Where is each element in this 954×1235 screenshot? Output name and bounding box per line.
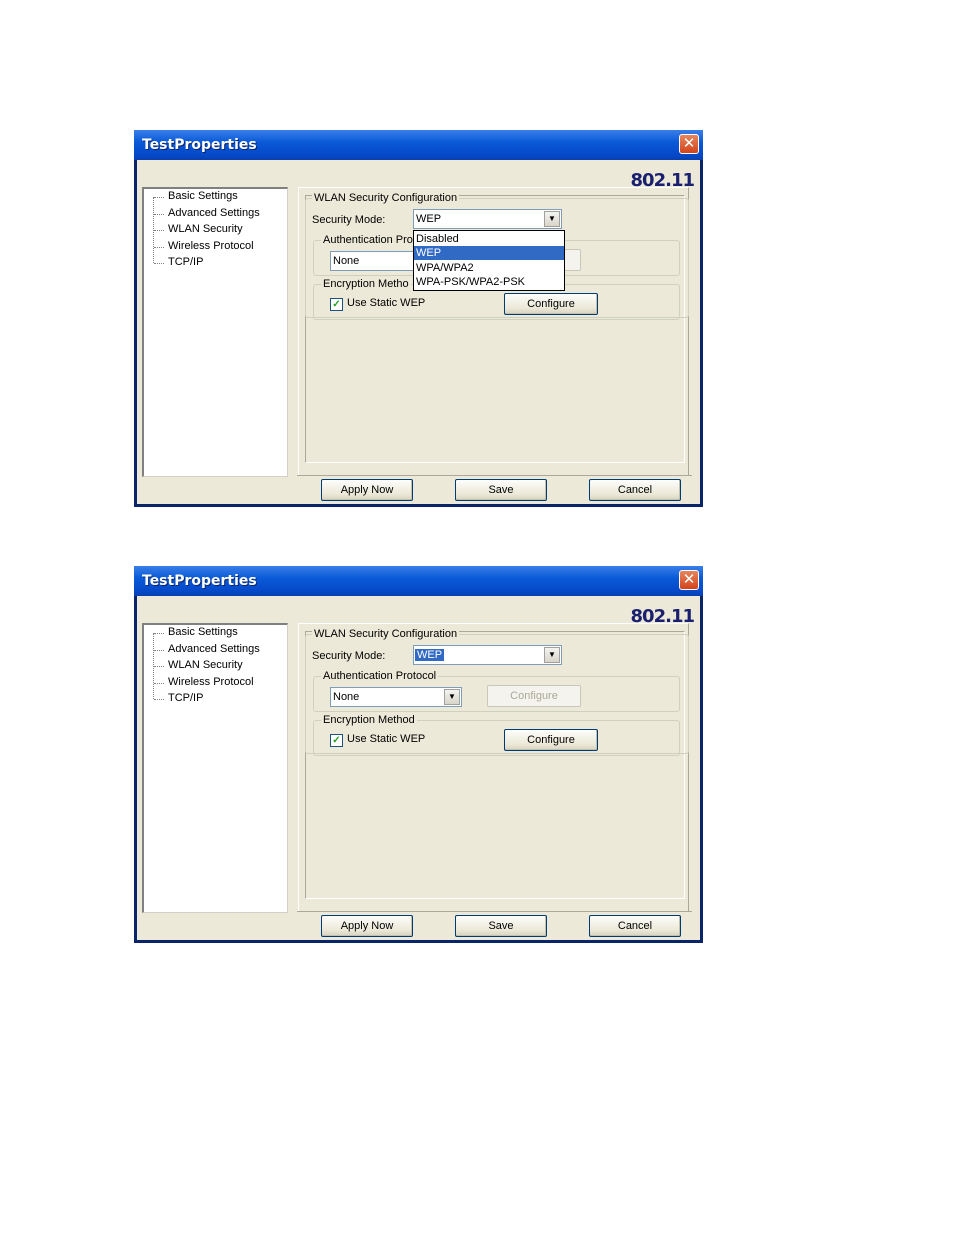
tree-item-advanced-settings[interactable]: Advanced Settings: [168, 643, 260, 655]
wep-configure-button[interactable]: Configure: [504, 729, 598, 751]
dropdown-option-wpa-psk-wpa2-psk[interactable]: WPA-PSK/WPA2-PSK: [414, 275, 564, 289]
security-mode-select[interactable]: WEP ▼: [413, 645, 562, 665]
dialog-window-dropdown-closed: TestProperties ✕ 802.11 Basic Settings A…: [134, 566, 703, 943]
use-static-wep-label: Use Static WEP: [347, 733, 426, 745]
tree-connector: [154, 214, 164, 215]
tree-connector: [154, 683, 164, 684]
security-mode-value: WEP: [415, 649, 445, 661]
tree-item-wlan-security[interactable]: WLAN Security: [168, 659, 243, 671]
bottom-divider: [297, 475, 692, 476]
window-title: TestProperties: [142, 573, 257, 589]
settings-tree[interactable]: Basic Settings Advanced Settings WLAN Se…: [142, 623, 288, 913]
wlan-security-group-title: WLAN Security Configuration: [312, 628, 460, 640]
auth-configure-button[interactable]: Configure: [487, 685, 581, 707]
tree-item-basic-settings[interactable]: Basic Settings: [168, 190, 238, 202]
authentication-group-title: Authentication Protocol: [321, 670, 439, 682]
apply-now-button[interactable]: Apply Now: [321, 479, 413, 501]
bottom-divider: [297, 911, 692, 912]
tree-connector: [154, 633, 164, 634]
tree-connector: [154, 247, 164, 248]
dialog-client-area: 802.11 Basic Settings Advanced Settings …: [137, 596, 700, 940]
close-icon[interactable]: ✕: [679, 134, 699, 154]
cancel-button[interactable]: Cancel: [589, 479, 681, 501]
use-static-wep-label: Use Static WEP: [347, 297, 426, 309]
security-mode-dropdown-list[interactable]: Disabled WEP WPA/WPA2 WPA-PSK/WPA2-PSK: [413, 230, 565, 291]
authentication-value: None: [333, 691, 360, 703]
settings-tree[interactable]: Basic Settings Advanced Settings WLAN Se…: [142, 187, 288, 477]
tree-item-tcpip[interactable]: TCP/IP: [168, 692, 203, 704]
title-bar[interactable]: TestProperties ✕: [134, 130, 703, 160]
security-mode-value: WEP: [416, 213, 442, 225]
checkmark-icon: ✓: [332, 299, 341, 310]
wlan-security-group-title: WLAN Security Configuration: [312, 192, 460, 204]
encryption-group-title: Encryption Metho: [321, 278, 411, 290]
tree-item-wireless-protocol[interactable]: Wireless Protocol: [168, 240, 254, 252]
chevron-down-icon[interactable]: ▼: [544, 647, 560, 663]
tree-item-advanced-settings[interactable]: Advanced Settings: [168, 207, 260, 219]
dropdown-option-wep[interactable]: WEP: [414, 246, 564, 260]
close-icon[interactable]: ✕: [679, 570, 699, 590]
dialog-client-area: 802.11 Basic Settings Advanced Settings …: [137, 160, 700, 504]
chevron-down-icon[interactable]: ▼: [544, 211, 560, 227]
tree-connector: [154, 263, 164, 264]
save-button[interactable]: Save: [455, 915, 547, 937]
use-static-wep-checkbox[interactable]: ✓: [330, 298, 343, 311]
tree-item-wireless-protocol[interactable]: Wireless Protocol: [168, 676, 254, 688]
title-bar[interactable]: TestProperties ✕: [134, 566, 703, 596]
dropdown-option-disabled[interactable]: Disabled: [414, 232, 564, 246]
authentication-select[interactable]: None ▼: [330, 687, 462, 707]
wep-configure-button[interactable]: Configure: [504, 293, 598, 315]
chevron-down-icon[interactable]: ▼: [444, 689, 460, 705]
apply-now-button[interactable]: Apply Now: [321, 915, 413, 937]
cancel-button[interactable]: Cancel: [589, 915, 681, 937]
tree-item-wlan-security[interactable]: WLAN Security: [168, 223, 243, 235]
window-title: TestProperties: [142, 137, 257, 153]
tree-item-basic-settings[interactable]: Basic Settings: [168, 626, 238, 638]
tree-connector: [154, 666, 164, 667]
dialog-window-dropdown-open: TestProperties ✕ 802.11 Basic Settings A…: [134, 130, 703, 507]
security-mode-label: Security Mode:: [312, 214, 386, 226]
authentication-group-title: Authentication Pro: [321, 234, 415, 246]
tree-connector: [154, 699, 164, 700]
tree-connector: [154, 230, 164, 231]
use-static-wep-checkbox[interactable]: ✓: [330, 734, 343, 747]
tree-connector: [154, 650, 164, 651]
tree-connector: [154, 197, 164, 198]
save-button[interactable]: Save: [455, 479, 547, 501]
encryption-group-title: Encryption Method: [321, 714, 417, 726]
security-mode-select[interactable]: WEP ▼: [413, 209, 562, 229]
authentication-value: None: [333, 255, 360, 267]
tree-item-tcpip[interactable]: TCP/IP: [168, 256, 203, 268]
security-mode-label: Security Mode:: [312, 650, 386, 662]
checkmark-icon: ✓: [332, 735, 341, 746]
dropdown-option-wpa-wpa2[interactable]: WPA/WPA2: [414, 261, 564, 275]
